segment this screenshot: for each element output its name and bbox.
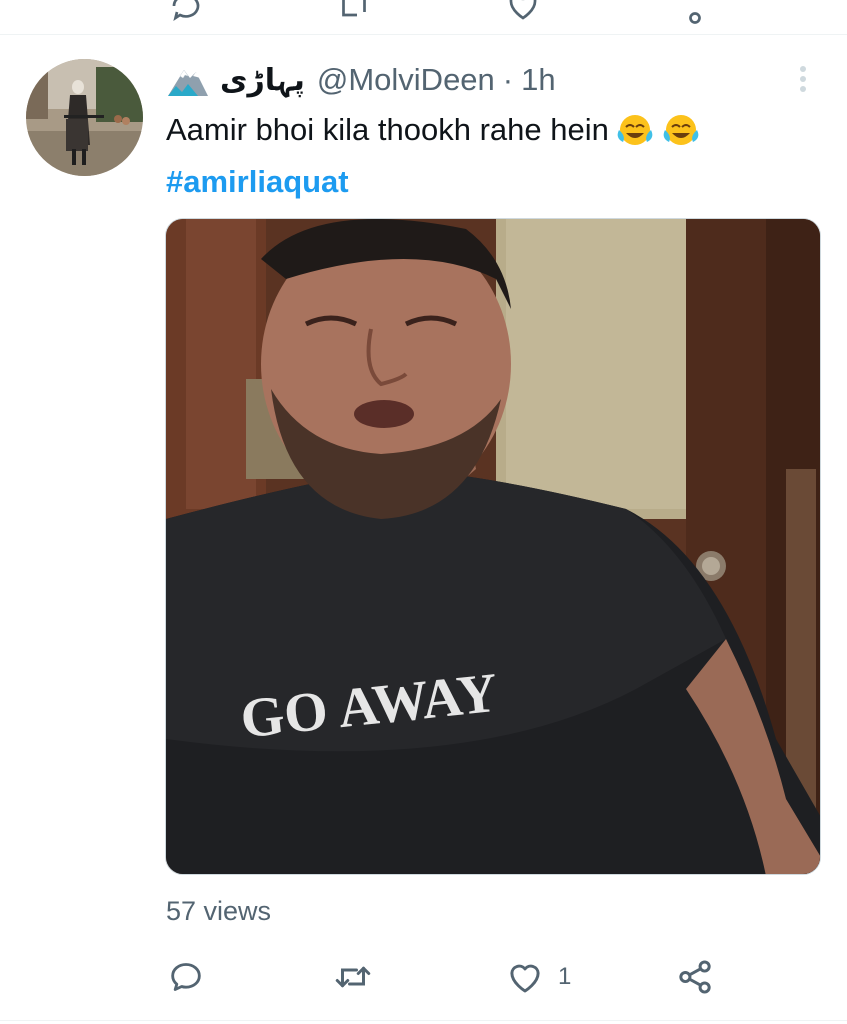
hashtag-link[interactable]: #amirliaquat [166,162,349,202]
face-with-tears-of-joy-icon [617,115,653,145]
user-handle[interactable]: @MolviDeen [317,62,495,98]
retweet-icon [335,966,371,988]
like-button[interactable]: 1 [504,955,571,999]
like-count: 1 [558,963,572,990]
tweet-header: پہاڑی @MolviDeen · 1h [166,60,556,100]
face-with-tears-of-joy-icon [663,115,699,145]
tweet-text: Aamir bhoi kila thookh rahe hein [166,110,701,150]
reply-icon[interactable] [168,0,204,24]
tweet-divider-bottom [0,1020,847,1021]
share-button[interactable] [674,955,716,999]
snowy-mountain-icon [168,69,208,96]
tweet-media-video[interactable]: GO AWAY [165,218,821,875]
tweet-timestamp[interactable]: 1h [521,62,555,98]
share-icon[interactable] [677,0,713,24]
view-count[interactable]: 57 views [166,896,271,927]
share-icon [679,960,711,994]
retweet-icon[interactable] [336,0,372,24]
reply-icon [171,963,201,991]
heart-icon [510,964,540,993]
reply-button[interactable] [166,955,218,999]
more-options-icon[interactable] [796,64,810,94]
tweet-text-body: Aamir bhoi kila thookh rahe hein [166,112,609,147]
display-name[interactable]: پہاڑی [220,63,305,98]
tweet-divider-top [0,34,847,35]
header-separator: · [502,62,514,97]
retweet-button[interactable] [332,955,386,999]
previous-tweet-actions [0,0,847,30]
heart-icon[interactable] [505,0,541,24]
avatar[interactable] [26,59,143,176]
